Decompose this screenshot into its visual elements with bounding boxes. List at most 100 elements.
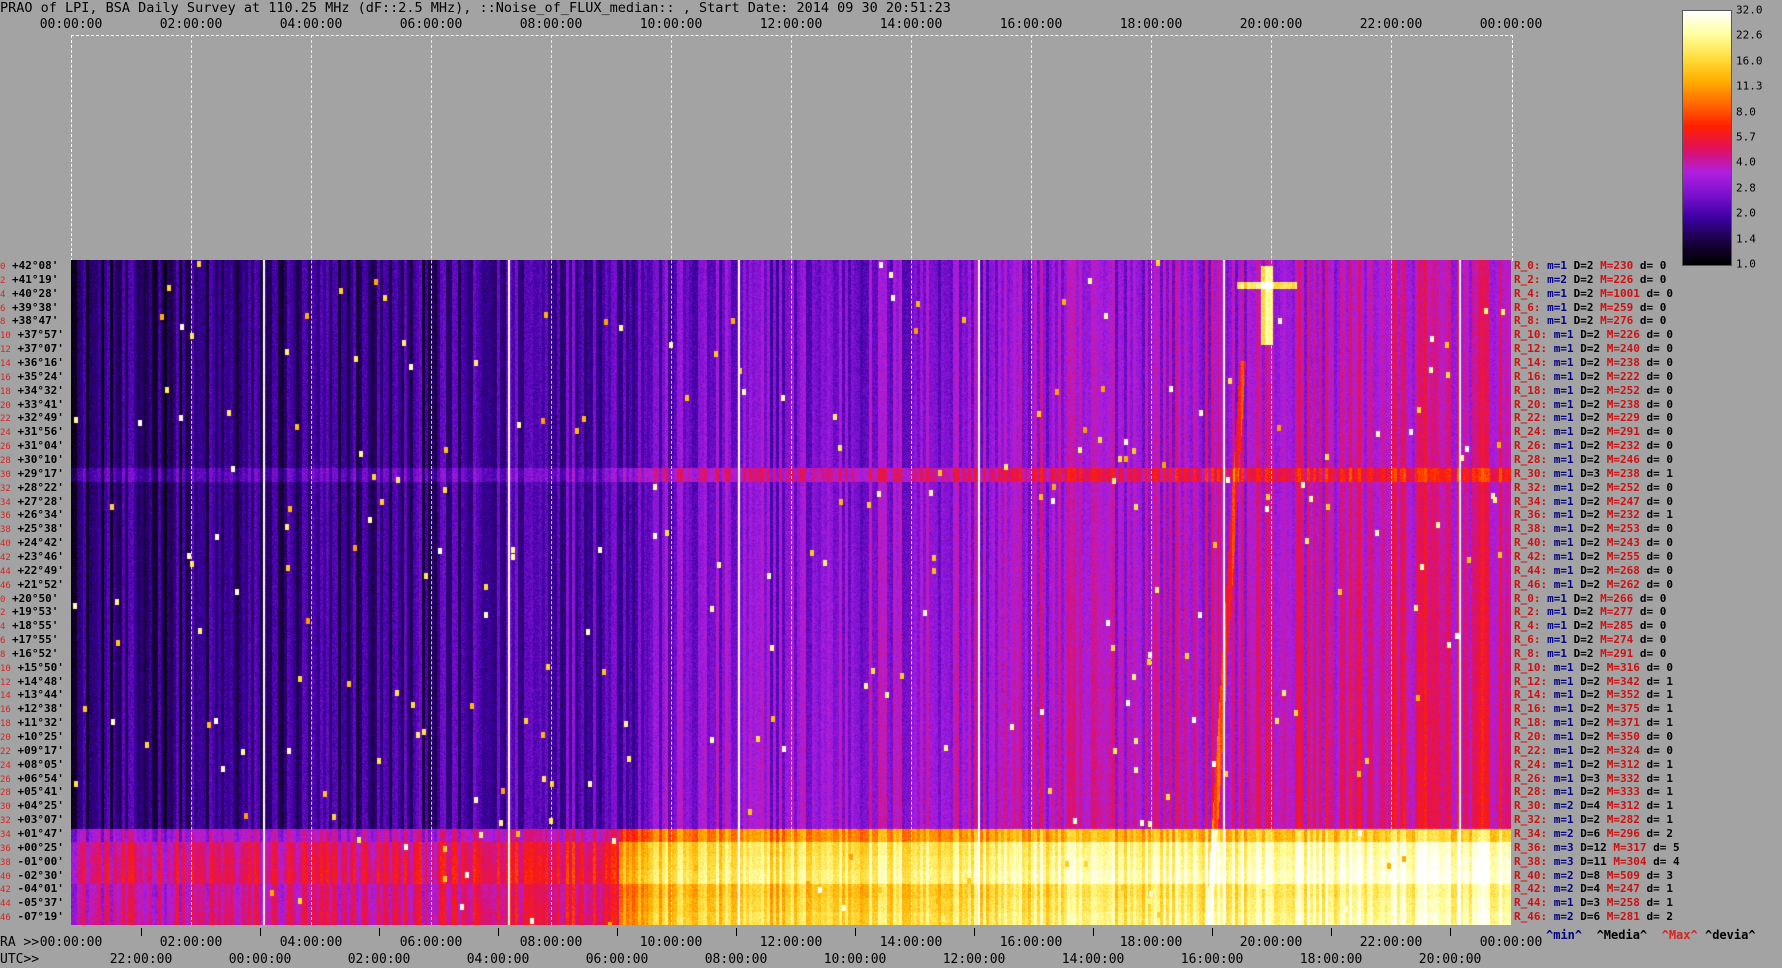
- row-stat-m: m=1: [1553, 355, 1574, 369]
- declination-label: 6 +39°38': [0, 301, 70, 315]
- row-stat-r: R_8:: [1514, 314, 1541, 328]
- declination-value: +27°28': [17, 494, 64, 508]
- row-stat-r: R_28:: [1514, 785, 1548, 799]
- row-stat-r: R_34:: [1514, 494, 1548, 508]
- row-stat-d: D=2: [1573, 633, 1594, 647]
- row-stat-r: R_42:: [1514, 882, 1548, 896]
- row-stat-dev: d= 0: [1646, 411, 1674, 425]
- row-stat-m: m=1: [1553, 896, 1574, 910]
- grid-line: [791, 35, 792, 925]
- row-index: 34: [0, 497, 11, 508]
- legend-median: ^Media^: [1596, 928, 1648, 942]
- row-stat-dev: d= 0: [1639, 633, 1667, 647]
- declination-value: +03°07': [17, 813, 64, 827]
- row-stat-M: M=324: [1606, 743, 1640, 757]
- row-index: 22: [0, 746, 11, 757]
- row-stat-dev: d= 0: [1639, 605, 1667, 619]
- declination-label: 22 +09°17': [0, 744, 70, 758]
- row-stat-r: R_40:: [1514, 536, 1548, 550]
- row-stat-dev: d= 0: [1646, 452, 1674, 466]
- row-stat-M: M=296: [1606, 827, 1640, 841]
- row-stat-d: D=2: [1580, 328, 1601, 342]
- declination-value: -07°19': [17, 910, 64, 924]
- row-index: 4: [0, 289, 6, 300]
- row-stat-dev: d= 0: [1639, 591, 1667, 605]
- row-stat-M: M=276: [1600, 314, 1634, 328]
- colorbar: [1682, 10, 1732, 266]
- row-stat-m: m=1: [1553, 452, 1574, 466]
- row-index: 26: [0, 774, 11, 785]
- row-index: 46: [0, 580, 11, 591]
- row-index: 32: [0, 483, 11, 494]
- row-stat-d: D=2: [1580, 730, 1601, 744]
- declination-label: 0 +20°50': [0, 592, 70, 606]
- top-tick-label: 22:00:00: [1359, 17, 1423, 32]
- declination-value: +41°19': [12, 272, 59, 286]
- declination-value: +16°52': [12, 646, 59, 660]
- row-index: 14: [0, 691, 11, 702]
- row-stat-dev: d= 4: [1653, 854, 1680, 868]
- declination-value: +10°25': [17, 730, 64, 744]
- utc-tick-label: 04:00:00: [466, 952, 530, 967]
- declination-label: 10 +15°50': [0, 661, 70, 675]
- row-stat-M: M=232: [1606, 508, 1640, 522]
- row-stat-d: D=12: [1580, 840, 1607, 854]
- ra-tick-label: 18:00:00: [1119, 935, 1183, 950]
- plot-title: PRAO of LPI, BSA Daily Survey at 110.25 …: [0, 0, 951, 16]
- row-index: 8: [0, 317, 6, 328]
- declination-value: +22°49': [17, 563, 64, 577]
- utc-tick-label: 06:00:00: [585, 952, 649, 967]
- row-index: 18: [0, 386, 11, 397]
- row-stat-M: M=333: [1606, 785, 1640, 799]
- row-stat-r: R_20:: [1514, 730, 1548, 744]
- row-stat-dev: d= 0: [1646, 522, 1674, 536]
- row-stat-M: M=281: [1606, 910, 1640, 924]
- row-stat-M: M=230: [1600, 259, 1634, 272]
- row-stat-m: m=1: [1553, 563, 1574, 577]
- grid-line: [671, 35, 672, 925]
- row-stat-d: D=2: [1580, 494, 1601, 508]
- row-stat-r: R_30:: [1514, 799, 1548, 813]
- row-stat-dev: d= 0: [1646, 425, 1674, 439]
- row-stat: R_46: m=2 D=6 M=281 d= 2: [1514, 910, 1673, 924]
- row-stat-r: R_26:: [1514, 771, 1548, 785]
- declination-label: 8 +16°52': [0, 647, 70, 661]
- row-stat-dev: d= 1: [1646, 757, 1674, 771]
- row-stat-dev: d= 2: [1646, 827, 1674, 841]
- row-stat-d: D=2: [1580, 549, 1601, 563]
- row-index: 38: [0, 857, 11, 868]
- row-index: 14: [0, 358, 11, 369]
- row-index: 12: [0, 345, 11, 356]
- row-stat-M: M=226: [1600, 272, 1634, 286]
- row-stat-dev: d= 0: [1646, 397, 1674, 411]
- row-index: 44: [0, 899, 11, 910]
- row-index: 28: [0, 788, 11, 799]
- row-stat-dev: d= 2: [1646, 910, 1674, 924]
- row-stat-r: R_44:: [1514, 896, 1548, 910]
- colorbar-label: 11.3: [1736, 79, 1763, 93]
- row-stat: R_22: m=1 D=2 M=324 d= 0: [1514, 744, 1673, 758]
- grid-line: [551, 35, 552, 925]
- top-tick-label: 16:00:00: [999, 17, 1063, 32]
- ra-tick-label: 08:00:00: [519, 935, 583, 950]
- top-tick-label: 18:00:00: [1119, 17, 1183, 32]
- row-stat-d: D=2: [1580, 452, 1601, 466]
- row-stat-r: R_2:: [1514, 272, 1541, 286]
- row-stat-dev: d= 0: [1646, 743, 1674, 757]
- row-stat-dev: d= 1: [1646, 674, 1674, 688]
- utc-tick-label: 08:00:00: [704, 952, 768, 967]
- declination-label: 32 +03°07': [0, 813, 70, 827]
- declination-value: +39°38': [12, 300, 59, 314]
- row-stat-M: M=226: [1606, 328, 1640, 342]
- utc-tick-mark: [141, 928, 142, 936]
- row-stat-dev: d= 1: [1646, 882, 1674, 896]
- row-stat-dev: d= 0: [1639, 619, 1667, 633]
- utc-tick-label: 20:00:00: [1418, 952, 1482, 967]
- declination-label: 20 +33°41': [0, 398, 70, 412]
- row-stat-m: m=1: [1553, 425, 1574, 439]
- row-stat-dev: d= 0: [1646, 563, 1674, 577]
- row-stat: R_14: m=1 D=2 M=238 d= 0: [1514, 356, 1673, 370]
- row-index: 46: [0, 913, 11, 924]
- row-stat-r: R_14:: [1514, 355, 1548, 369]
- declination-label: 32 +28°22': [0, 481, 70, 495]
